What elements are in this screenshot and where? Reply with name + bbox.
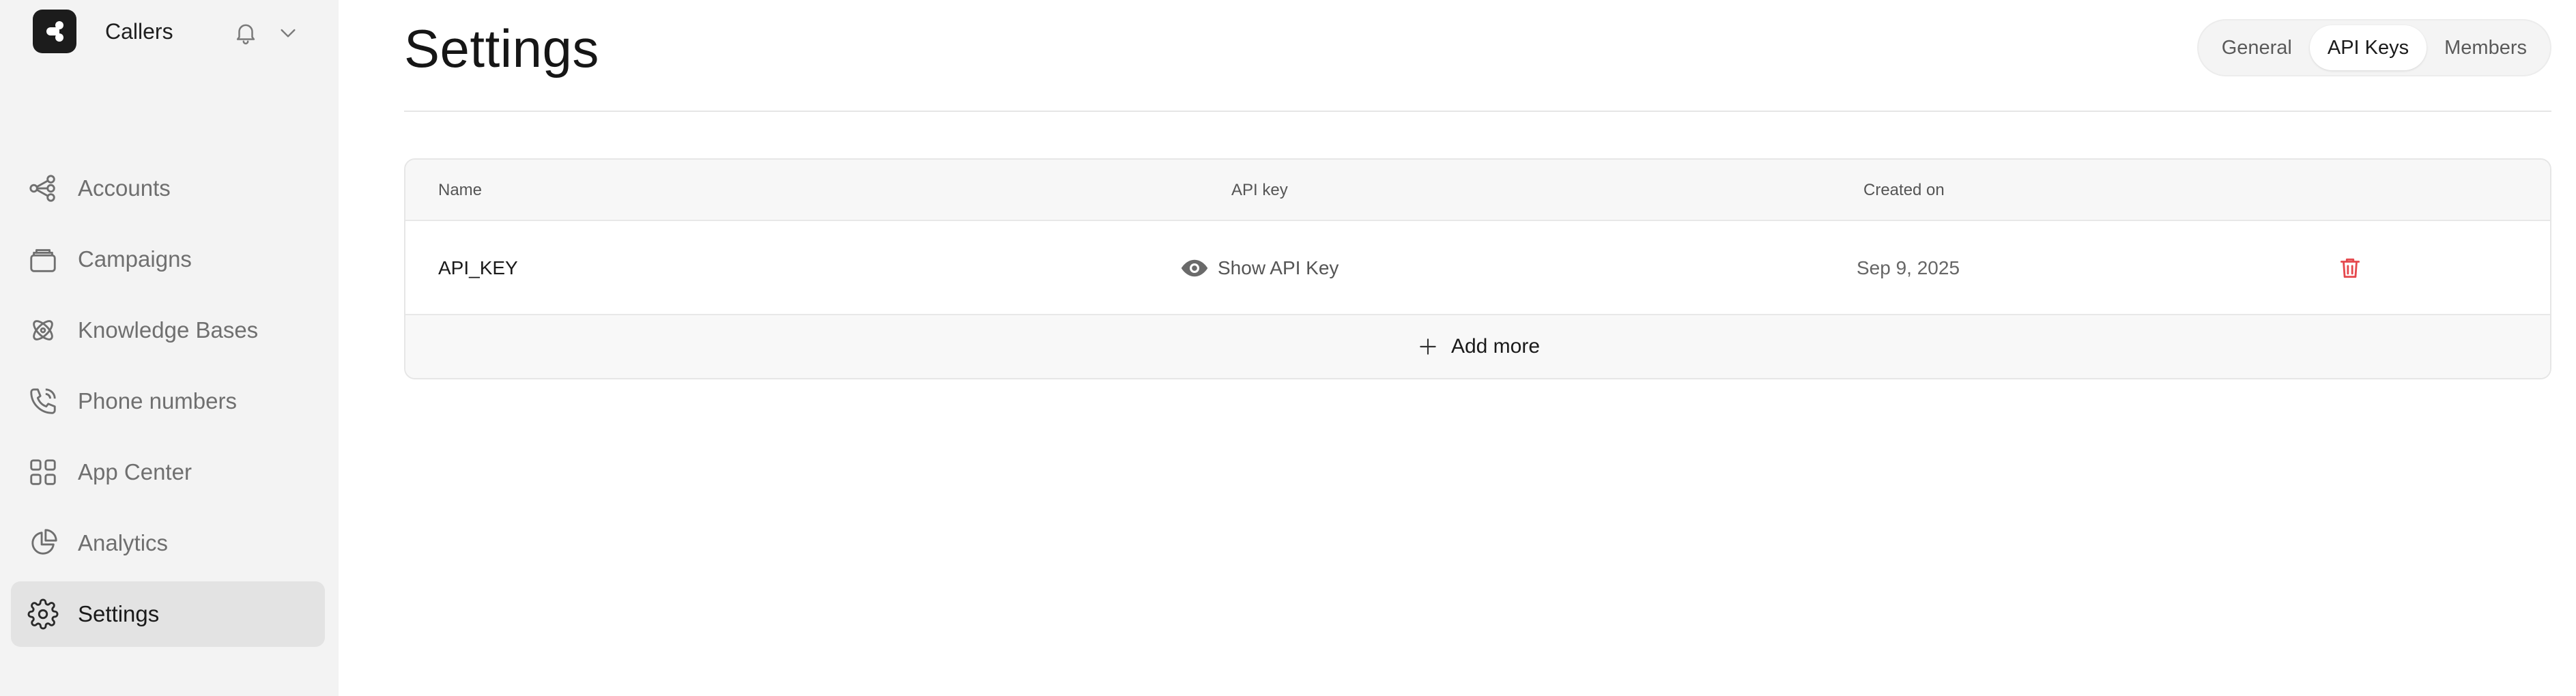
header-name: Name — [438, 181, 483, 199]
sidebar: Callers Accounts Campaigns Knowledge Bas… — [0, 0, 339, 696]
sidebar-item-label: Settings — [78, 601, 160, 626]
table-row: API_KEY Show API Key Sep 9, 2025 — [405, 221, 2550, 315]
pie-chart-icon — [26, 526, 60, 560]
sidebar-item-accounts[interactable]: Accounts — [11, 156, 325, 221]
accounts-icon — [26, 171, 60, 205]
sidebar-item-label: Phone numbers — [78, 388, 237, 414]
gear-icon — [26, 597, 60, 631]
phone-icon — [26, 384, 60, 418]
api-keys-table: Name API key Created on API_KEY Show API… — [404, 158, 2551, 379]
app-logo-icon — [33, 10, 76, 53]
settings-tabs: General API Keys Members — [2196, 19, 2551, 76]
eye-icon — [1179, 253, 1210, 283]
app-root: Callers Accounts Campaigns Knowledge Bas… — [0, 0, 2576, 696]
sidebar-item-app-center[interactable]: App Center — [11, 439, 325, 505]
add-more-label: Add more — [1450, 335, 1541, 358]
bell-icon[interactable] — [231, 18, 261, 48]
sidebar-item-analytics[interactable]: Analytics — [11, 510, 325, 576]
delete-trash-icon[interactable] — [2333, 221, 2367, 315]
sidebar-item-campaigns[interactable]: Campaigns — [11, 227, 325, 292]
api-key-name: API_KEY — [438, 257, 518, 278]
chevron-down-icon[interactable] — [276, 20, 300, 45]
sidebar-item-label: Accounts — [78, 175, 171, 201]
tab-members[interactable]: Members — [2427, 25, 2545, 70]
add-more-button[interactable]: Add more — [405, 315, 2550, 378]
sidebar-item-label: Analytics — [78, 530, 169, 555]
knowledge-icon — [26, 313, 60, 347]
table-header: Name API key Created on — [405, 160, 2550, 221]
sidebar-item-knowledge-bases[interactable]: Knowledge Bases — [11, 298, 325, 363]
header-api-key: API key — [1231, 181, 1288, 199]
sidebar-item-label: App Center — [78, 459, 192, 484]
tab-general[interactable]: General — [2204, 25, 2310, 70]
show-api-key-label: Show API Key — [1218, 257, 1339, 278]
show-api-key-button[interactable]: Show API Key — [1179, 221, 1339, 315]
plus-icon — [1416, 334, 1440, 359]
page-title: Settings — [404, 18, 599, 78]
sidebar-item-label: Knowledge Bases — [78, 317, 259, 343]
main-content: Settings General API Keys Members Name A… — [339, 0, 2576, 696]
created-on-value: Sep 9, 2025 — [1857, 257, 1960, 278]
divider — [404, 111, 2551, 112]
app-name: Callers — [105, 18, 173, 44]
campaigns-icon — [26, 242, 60, 276]
grid-icon — [26, 455, 60, 489]
sidebar-item-phone-numbers[interactable]: Phone numbers — [11, 368, 325, 434]
sidebar-nav: Accounts Campaigns Knowledge Bases Phone… — [11, 156, 325, 652]
tab-api-keys[interactable]: API Keys — [2309, 25, 2427, 70]
sidebar-item-settings[interactable]: Settings — [11, 581, 325, 647]
brand: Callers — [33, 10, 173, 53]
header-created-on: Created on — [1863, 181, 1945, 199]
sidebar-item-label: Campaigns — [78, 246, 192, 272]
